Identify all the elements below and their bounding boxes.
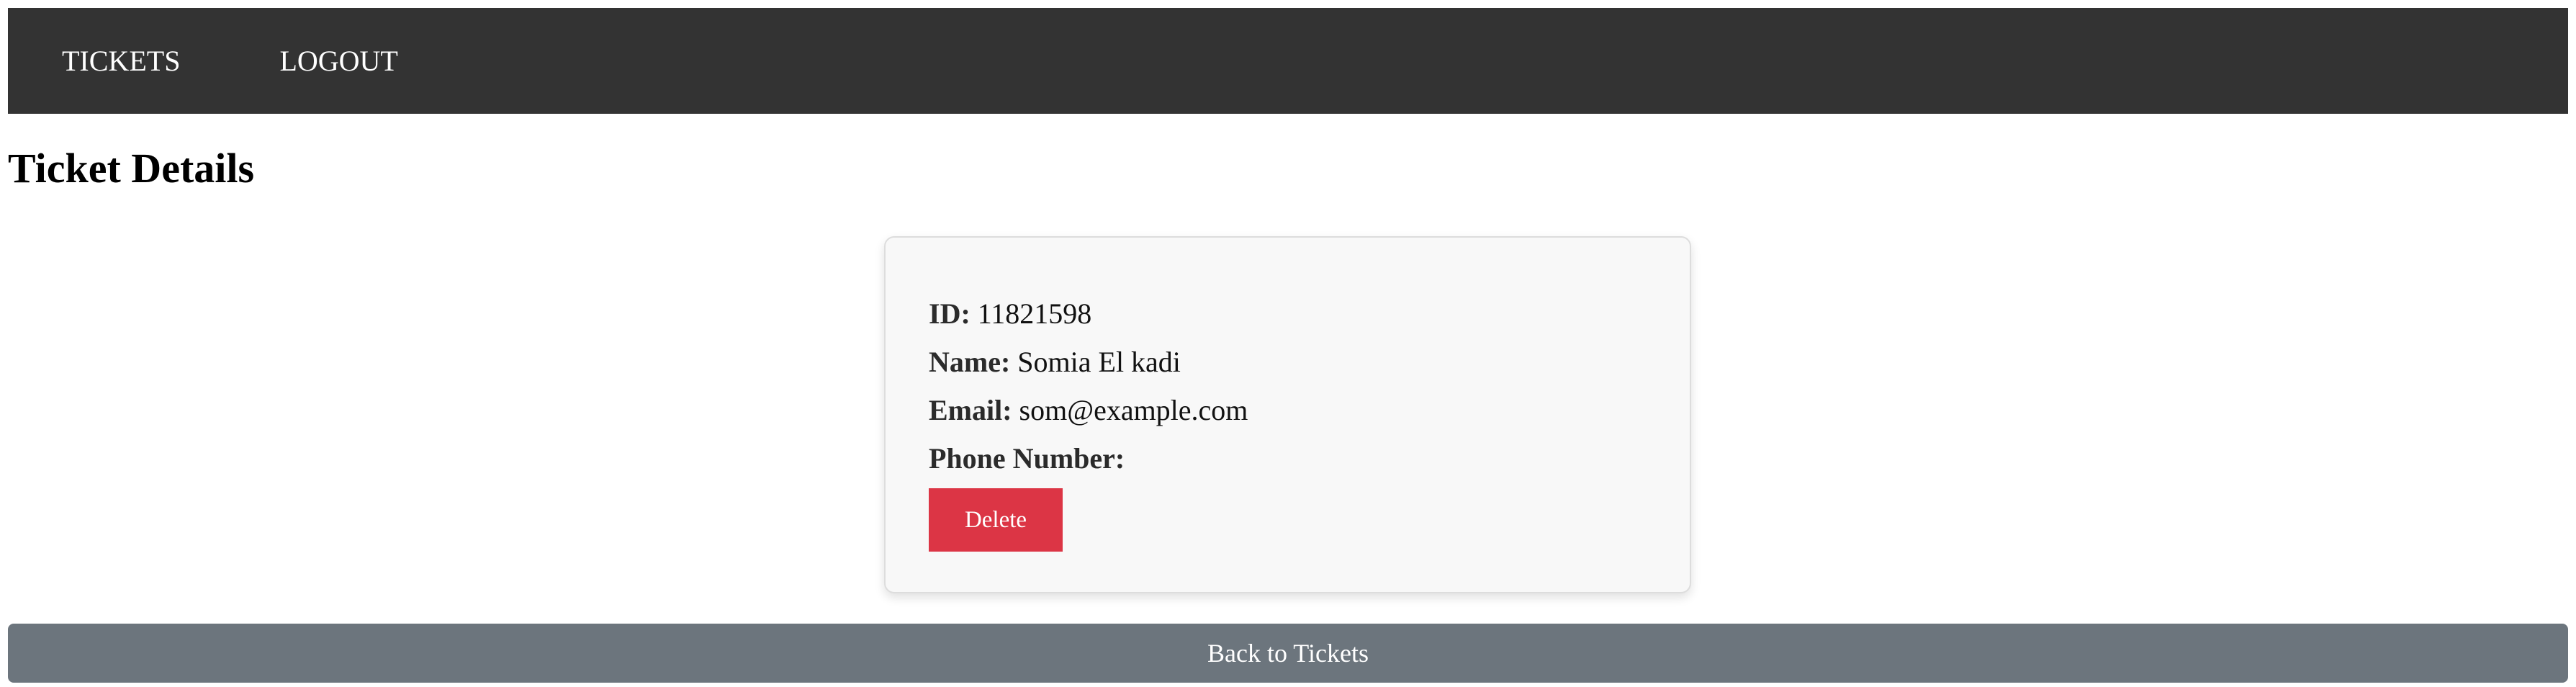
ticket-id-row: ID: 11821598	[929, 300, 1091, 328]
ticket-email-value: som@example.com	[1019, 394, 1248, 426]
top-navbar: TICKETS LOGOUT	[8, 8, 2568, 114]
delete-ticket-button[interactable]: Delete	[929, 488, 1063, 552]
ticket-phone-label: Phone Number:	[929, 442, 1125, 475]
ticket-name-value: Somia El kadi	[1017, 346, 1181, 378]
ticket-name-label: Name:	[929, 346, 1018, 378]
page-title: Ticket Details	[8, 145, 255, 192]
ticket-phone-row: Phone Number:	[929, 444, 1125, 473]
ticket-email-row: Email: som@example.com	[929, 396, 1248, 425]
back-to-tickets-button[interactable]: Back to Tickets	[8, 624, 2568, 683]
ticket-details-card: ID: 11821598 Name: Somia El kadi Email: …	[884, 236, 1691, 593]
page: TICKETS LOGOUT Ticket Details ID: 118215…	[0, 0, 2576, 687]
nav-tickets-link[interactable]: TICKETS	[62, 46, 180, 76]
ticket-id-label: ID:	[929, 297, 978, 330]
nav-logout-link[interactable]: LOGOUT	[279, 46, 397, 76]
ticket-id-value: 11821598	[977, 297, 1092, 330]
ticket-name-row: Name: Somia El kadi	[929, 348, 1181, 377]
ticket-email-label: Email:	[929, 394, 1019, 426]
